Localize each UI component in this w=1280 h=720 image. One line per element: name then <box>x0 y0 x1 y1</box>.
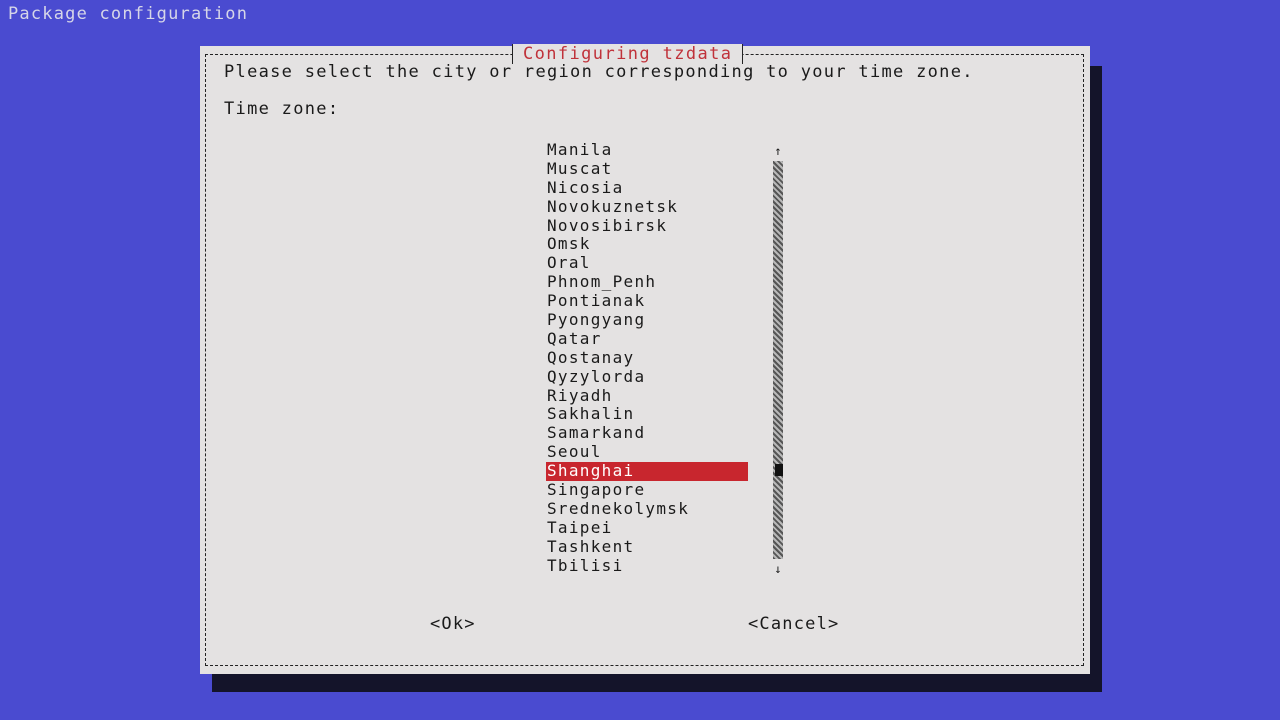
tzdata-dialog: Configuring tzdata Please select the cit… <box>200 44 1090 674</box>
list-item-selected[interactable]: Shanghai <box>546 461 748 482</box>
dialog-prompt: Please select the city or region corresp… <box>224 62 974 82</box>
list-item[interactable]: Manila <box>546 140 748 160</box>
list-item[interactable]: Samarkand <box>546 423 748 443</box>
list-item[interactable]: Muscat <box>546 159 748 179</box>
list-item[interactable]: Riyadh <box>546 386 748 406</box>
screen-title: Package configuration <box>8 4 249 24</box>
list-item[interactable]: Qyzylorda <box>546 367 748 387</box>
list-item[interactable]: Qostanay <box>546 348 748 368</box>
list-item[interactable]: Nicosia <box>546 178 748 198</box>
list-item[interactable]: Omsk <box>546 235 748 254</box>
list-item[interactable]: Pontianak <box>546 291 748 311</box>
list-item[interactable]: Tashkent <box>546 537 748 557</box>
dialog-title: Configuring tzdata <box>512 44 744 64</box>
list-item[interactable]: Novosibirsk <box>546 216 748 236</box>
scroll-down-icon[interactable]: ↓ <box>772 563 784 575</box>
list-item[interactable]: Novokuznetsk <box>546 197 748 217</box>
list-item[interactable]: Oral <box>546 253 748 273</box>
scroll-up-icon[interactable]: ↑ <box>772 145 784 157</box>
cancel-button[interactable]: <Cancel> <box>748 614 839 634</box>
list-item[interactable]: Tbilisi <box>546 556 748 576</box>
list-item[interactable]: Singapore <box>546 480 748 500</box>
timezone-scrollbar[interactable]: ↑ ↓ <box>772 145 784 575</box>
list-item[interactable]: Pyongyang <box>546 310 748 330</box>
timezone-label: Time zone: <box>224 99 340 119</box>
list-item[interactable]: Seoul <box>546 442 748 462</box>
timezone-list[interactable]: Manila Muscat Nicosia Novokuznetsk Novosibir… <box>546 140 748 576</box>
scroll-track[interactable] <box>773 161 783 559</box>
list-item[interactable]: Srednekolymsk <box>546 499 748 519</box>
scroll-thumb[interactable] <box>775 464 783 476</box>
list-item[interactable]: Phnom_Penh <box>546 272 748 292</box>
ok-button[interactable]: <Ok> <box>430 614 476 634</box>
list-item[interactable]: Qatar <box>546 329 748 349</box>
list-item[interactable]: Sakhalin <box>546 405 748 424</box>
list-item[interactable]: Taipei <box>546 518 748 538</box>
